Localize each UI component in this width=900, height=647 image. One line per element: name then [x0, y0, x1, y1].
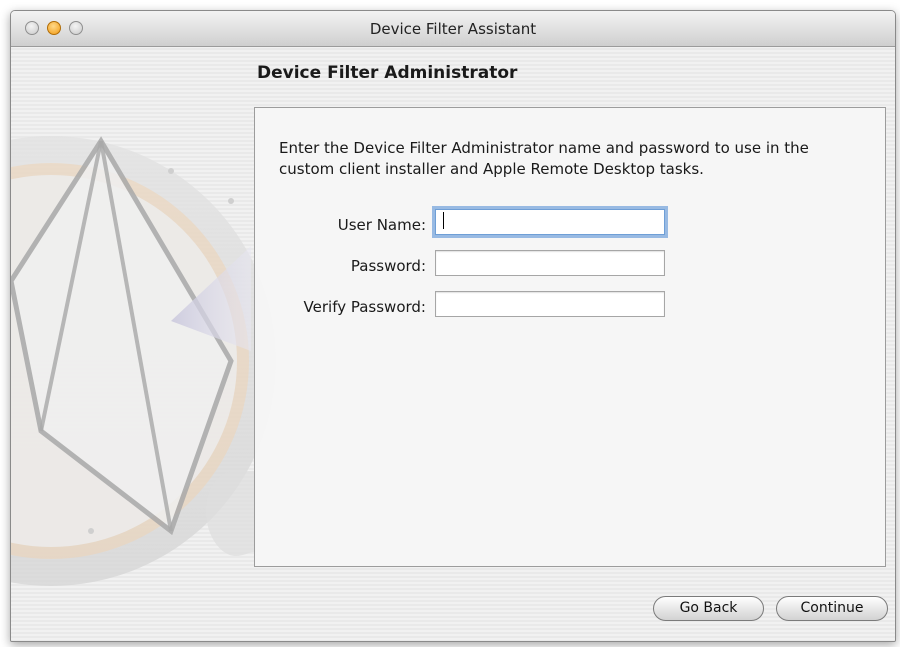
window-title: Device Filter Assistant	[369, 20, 537, 38]
password-field[interactable]	[435, 250, 665, 276]
user-name-field[interactable]	[435, 209, 665, 235]
assistant-window: Device Filter Assistant Device Filter Ad…	[10, 10, 896, 642]
go-back-button[interactable]: Go Back	[653, 596, 764, 621]
apple-remote-desktop-icon	[11, 136, 276, 586]
content-panel: Enter the Device Filter Administrator na…	[254, 107, 886, 567]
title-bar[interactable]: Device Filter Assistant	[11, 11, 895, 47]
text-cursor	[443, 212, 444, 229]
instructions-text: Enter the Device Filter Administrator na…	[279, 139, 809, 178]
continue-button[interactable]: Continue	[776, 596, 888, 621]
page-title: Device Filter Administrator	[257, 63, 518, 83]
password-label: Password:	[350, 257, 426, 275]
verify-password-field[interactable]	[435, 291, 665, 317]
verify-password-label: Verify Password:	[303, 298, 426, 316]
user-name-label: User Name:	[337, 216, 426, 234]
